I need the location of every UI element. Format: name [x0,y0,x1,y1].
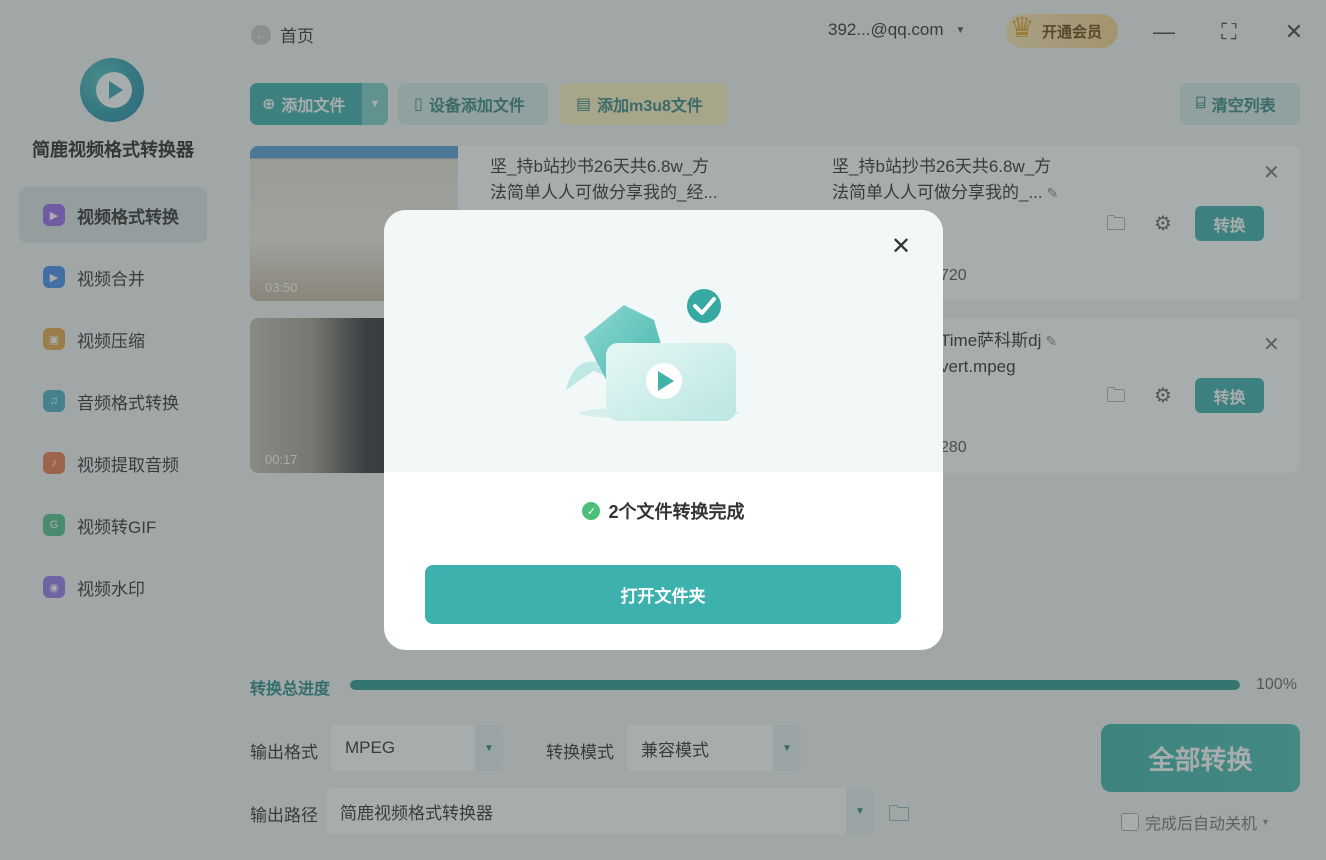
check-circle-icon: ✓ [582,502,601,520]
conversion-complete-dialog: ✕ ✓ 2个文件转换完成 打开文件夹 [384,210,943,650]
open-folder-button[interactable]: 打开文件夹 [425,565,901,624]
completion-message: ✓ 2个文件转换完成 [384,498,943,524]
completion-text: 2个文件转换完成 [608,502,745,522]
folder-video-success-illustration [566,289,739,421]
dialog-close-button[interactable]: ✕ [888,234,914,260]
